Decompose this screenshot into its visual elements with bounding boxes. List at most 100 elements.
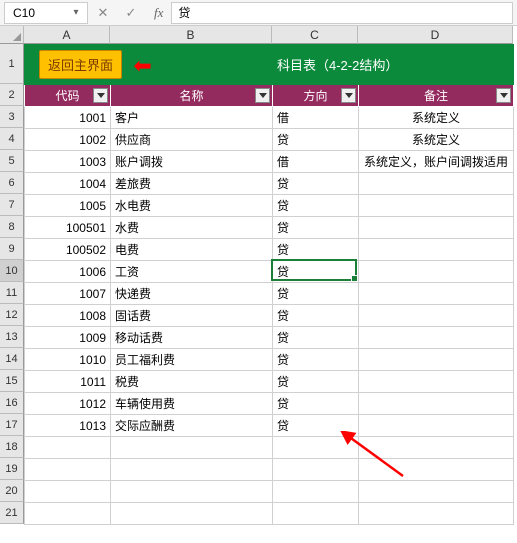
cell[interactable]: 1012 [25,393,111,415]
cell[interactable] [359,393,514,415]
cell[interactable] [359,195,514,217]
cell[interactable]: 差旅费 [111,173,273,195]
cell[interactable]: 借 [273,151,359,173]
cell[interactable]: 1009 [25,327,111,349]
row-header[interactable]: 5 [0,150,24,172]
cell[interactable]: 工资 [111,261,273,283]
cell[interactable]: 1002 [25,129,111,151]
cell[interactable]: 水费 [111,217,273,239]
cell[interactable] [359,283,514,305]
cell[interactable]: 1003 [25,151,111,173]
worksheet[interactable]: 返回主界面 ⬅ 科目表（4-2-2结构） 代码 名称 方向 备注 1001客户借… [24,44,514,525]
cell[interactable]: 移动话费 [111,327,273,349]
cell[interactable]: 固话费 [111,305,273,327]
row-header[interactable]: 16 [0,392,24,414]
cell[interactable] [359,327,514,349]
cell[interactable]: 贷 [273,217,359,239]
column-header-B[interactable]: B [110,26,272,44]
cell[interactable] [359,239,514,261]
cell[interactable]: 贷 [273,371,359,393]
cell[interactable] [359,481,514,503]
cell[interactable]: 员工福利费 [111,349,273,371]
cell[interactable]: 贷 [273,283,359,305]
column-header-C[interactable]: C [272,26,358,44]
cell[interactable]: 1004 [25,173,111,195]
cancel-icon[interactable]: ✕ [94,5,112,21]
cell[interactable]: 贷 [273,195,359,217]
row-header[interactable]: 12 [0,304,24,326]
cell[interactable] [25,437,111,459]
return-button[interactable]: 返回主界面 [39,50,122,79]
cell[interactable]: 1006 [25,261,111,283]
cell[interactable]: 贷 [273,305,359,327]
cell[interactable]: 借 [273,107,359,129]
row-header[interactable]: 18 [0,436,24,458]
row-header[interactable]: 10 [0,260,24,282]
row-header[interactable]: 2 [0,84,24,106]
cell[interactable]: 1013 [25,415,111,437]
cell[interactable]: 贷 [273,327,359,349]
row-header[interactable]: 17 [0,414,24,436]
row-header[interactable]: 6 [0,172,24,194]
cell[interactable] [273,503,359,525]
row-header[interactable]: 14 [0,348,24,370]
cell[interactable]: 供应商 [111,129,273,151]
cell[interactable] [25,481,111,503]
cell[interactable]: 车辆使用费 [111,393,273,415]
row-header[interactable]: 21 [0,502,24,524]
row-header[interactable]: 3 [0,106,24,128]
cell[interactable]: 1005 [25,195,111,217]
cell[interactable] [359,173,514,195]
cell[interactable] [359,217,514,239]
cell[interactable] [359,305,514,327]
cell[interactable] [359,371,514,393]
cell[interactable] [111,437,273,459]
formula-input[interactable]: 贷 [171,2,513,24]
cell[interactable]: 贷 [273,173,359,195]
fx-icon[interactable]: fx [154,5,163,21]
row-header[interactable]: 13 [0,326,24,348]
cell[interactable]: 贷 [273,129,359,151]
cell[interactable]: 1008 [25,305,111,327]
cell[interactable]: 1001 [25,107,111,129]
filter-drop-icon[interactable] [341,88,356,103]
cell[interactable]: 100502 [25,239,111,261]
cell[interactable]: 系统定义 [359,129,514,151]
cell[interactable] [111,503,273,525]
cell[interactable]: 系统定义 [359,107,514,129]
filter-drop-icon[interactable] [255,88,270,103]
row-header[interactable]: 20 [0,480,24,502]
cell[interactable]: 账户调拨 [111,151,273,173]
row-header[interactable]: 19 [0,458,24,480]
row-header[interactable]: 9 [0,238,24,260]
row-header[interactable]: 11 [0,282,24,304]
filter-drop-icon[interactable] [496,88,511,103]
cell[interactable] [273,481,359,503]
namebox-dropdown-icon[interactable]: ▾ [69,6,83,20]
cell[interactable] [111,481,273,503]
row-header[interactable]: 8 [0,216,24,238]
row-header[interactable]: 4 [0,128,24,150]
row-header[interactable]: 1 [0,44,24,84]
filter-drop-icon[interactable] [93,88,108,103]
row-header[interactable]: 7 [0,194,24,216]
cell[interactable]: 贷 [273,261,359,283]
cell[interactable]: 水电费 [111,195,273,217]
cell[interactable]: 电费 [111,239,273,261]
cell[interactable]: 1007 [25,283,111,305]
row-header[interactable]: 15 [0,370,24,392]
cell[interactable]: 贷 [273,349,359,371]
cell[interactable]: 交际应酬费 [111,415,273,437]
cell[interactable] [359,261,514,283]
cell[interactable]: 1011 [25,371,111,393]
cell[interactable] [359,349,514,371]
column-header-D[interactable]: D [358,26,513,44]
name-box[interactable]: C10 ▾ [4,2,88,24]
cell[interactable]: 贷 [273,393,359,415]
select-all-corner[interactable] [0,26,24,44]
cell[interactable] [111,459,273,481]
cell[interactable]: 税费 [111,371,273,393]
cell[interactable]: 贷 [273,239,359,261]
cell[interactable] [25,459,111,481]
accept-icon[interactable]: ✓ [122,5,140,21]
